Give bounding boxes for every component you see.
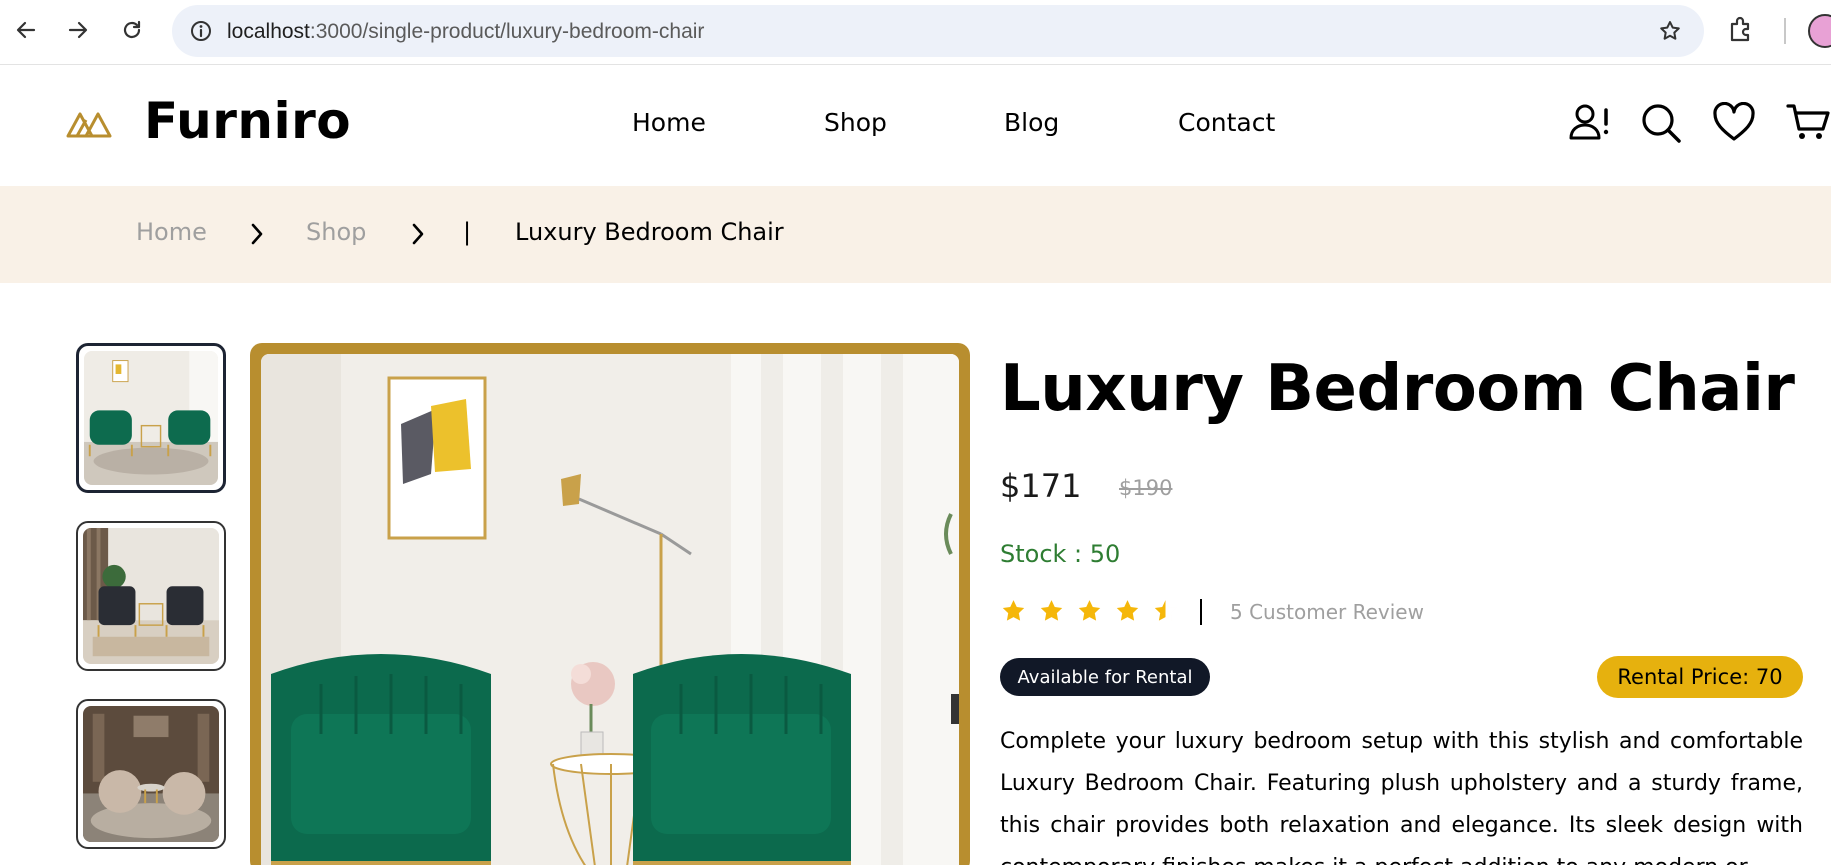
nav-blog-link[interactable]: Blog xyxy=(1004,108,1059,137)
chevron-right-icon xyxy=(412,223,424,245)
account-alert-icon[interactable] xyxy=(1568,102,1612,142)
breadcrumb-current: Luxury Bedroom Chair xyxy=(515,218,784,246)
address-bar[interactable]: localhost:3000/single-product/luxury-bed… xyxy=(172,5,1704,57)
product-price: $171 xyxy=(1000,467,1082,505)
arrow-left-icon xyxy=(16,21,36,39)
product-thumbnail-image xyxy=(84,351,218,485)
browser-toolbar: localhost:3000/single-product/luxury-bed… xyxy=(0,0,1831,65)
profile-avatar[interactable] xyxy=(1808,14,1831,48)
back-button[interactable] xyxy=(10,14,42,46)
extensions-icon[interactable] xyxy=(1727,15,1755,43)
star-full-icon xyxy=(1002,600,1025,621)
breadcrumb-shop[interactable]: Shop xyxy=(306,218,366,246)
product-description: Complete your luxury bedroom setup with … xyxy=(1000,729,1803,865)
thumbnail-1[interactable] xyxy=(76,343,226,493)
breadcrumb: Home Shop | Luxury Bedroom Chair xyxy=(0,186,1831,283)
product-thumbnail-image xyxy=(83,706,219,842)
nav-contact-link[interactable]: Contact xyxy=(1178,108,1275,137)
cart-icon[interactable] xyxy=(1786,102,1831,142)
rating-stars xyxy=(1000,598,1179,624)
star-half-icon xyxy=(1154,600,1177,621)
customer-review-count[interactable]: 5 Customer Review xyxy=(1230,600,1424,624)
rental-price-badge: Rental Price: 70 xyxy=(1597,656,1803,698)
star-full-icon xyxy=(1078,600,1101,621)
main-product-image-frame xyxy=(250,343,970,865)
product-title: Luxury Bedroom Chair xyxy=(1000,352,1795,426)
reload-icon xyxy=(123,20,141,39)
star-full-icon xyxy=(1040,600,1063,621)
url-text: localhost:3000/single-product/luxury-bed… xyxy=(227,20,704,44)
nav-home-link[interactable]: Home xyxy=(632,108,706,137)
chevron-right-icon xyxy=(251,223,263,245)
forward-button[interactable] xyxy=(62,14,94,46)
stock-status: Stock : 50 xyxy=(1000,540,1121,568)
url-host: localhost xyxy=(227,20,310,43)
star-full-icon xyxy=(1116,600,1139,621)
heart-icon[interactable] xyxy=(1712,102,1756,142)
site-info-icon[interactable] xyxy=(190,20,212,42)
arrow-right-icon xyxy=(68,21,88,39)
thumbnail-2[interactable] xyxy=(76,521,226,671)
product-thumbnail-image xyxy=(83,528,219,664)
breadcrumb-home[interactable]: Home xyxy=(136,218,207,246)
logo-icon[interactable] xyxy=(66,108,114,138)
brand-name[interactable]: Furniro xyxy=(144,92,351,150)
breadcrumb-separator: | xyxy=(463,218,472,246)
reload-button[interactable] xyxy=(116,14,148,46)
thumbnail-3[interactable] xyxy=(76,699,226,849)
main-product-image xyxy=(261,354,959,865)
search-icon[interactable] xyxy=(1640,102,1682,144)
nav-shop-link[interactable]: Shop xyxy=(824,108,887,137)
bookmark-star-icon[interactable] xyxy=(1658,19,1682,43)
review-divider xyxy=(1200,599,1202,625)
rental-availability-badge: Available for Rental xyxy=(1000,658,1210,696)
site-header: Furniro Home Shop Blog Contact xyxy=(0,66,1831,186)
url-path: :3000/single-product/luxury-bedroom-chai… xyxy=(309,20,705,43)
product-old-price: $190 xyxy=(1119,476,1173,500)
toolbar-divider xyxy=(1784,18,1786,44)
